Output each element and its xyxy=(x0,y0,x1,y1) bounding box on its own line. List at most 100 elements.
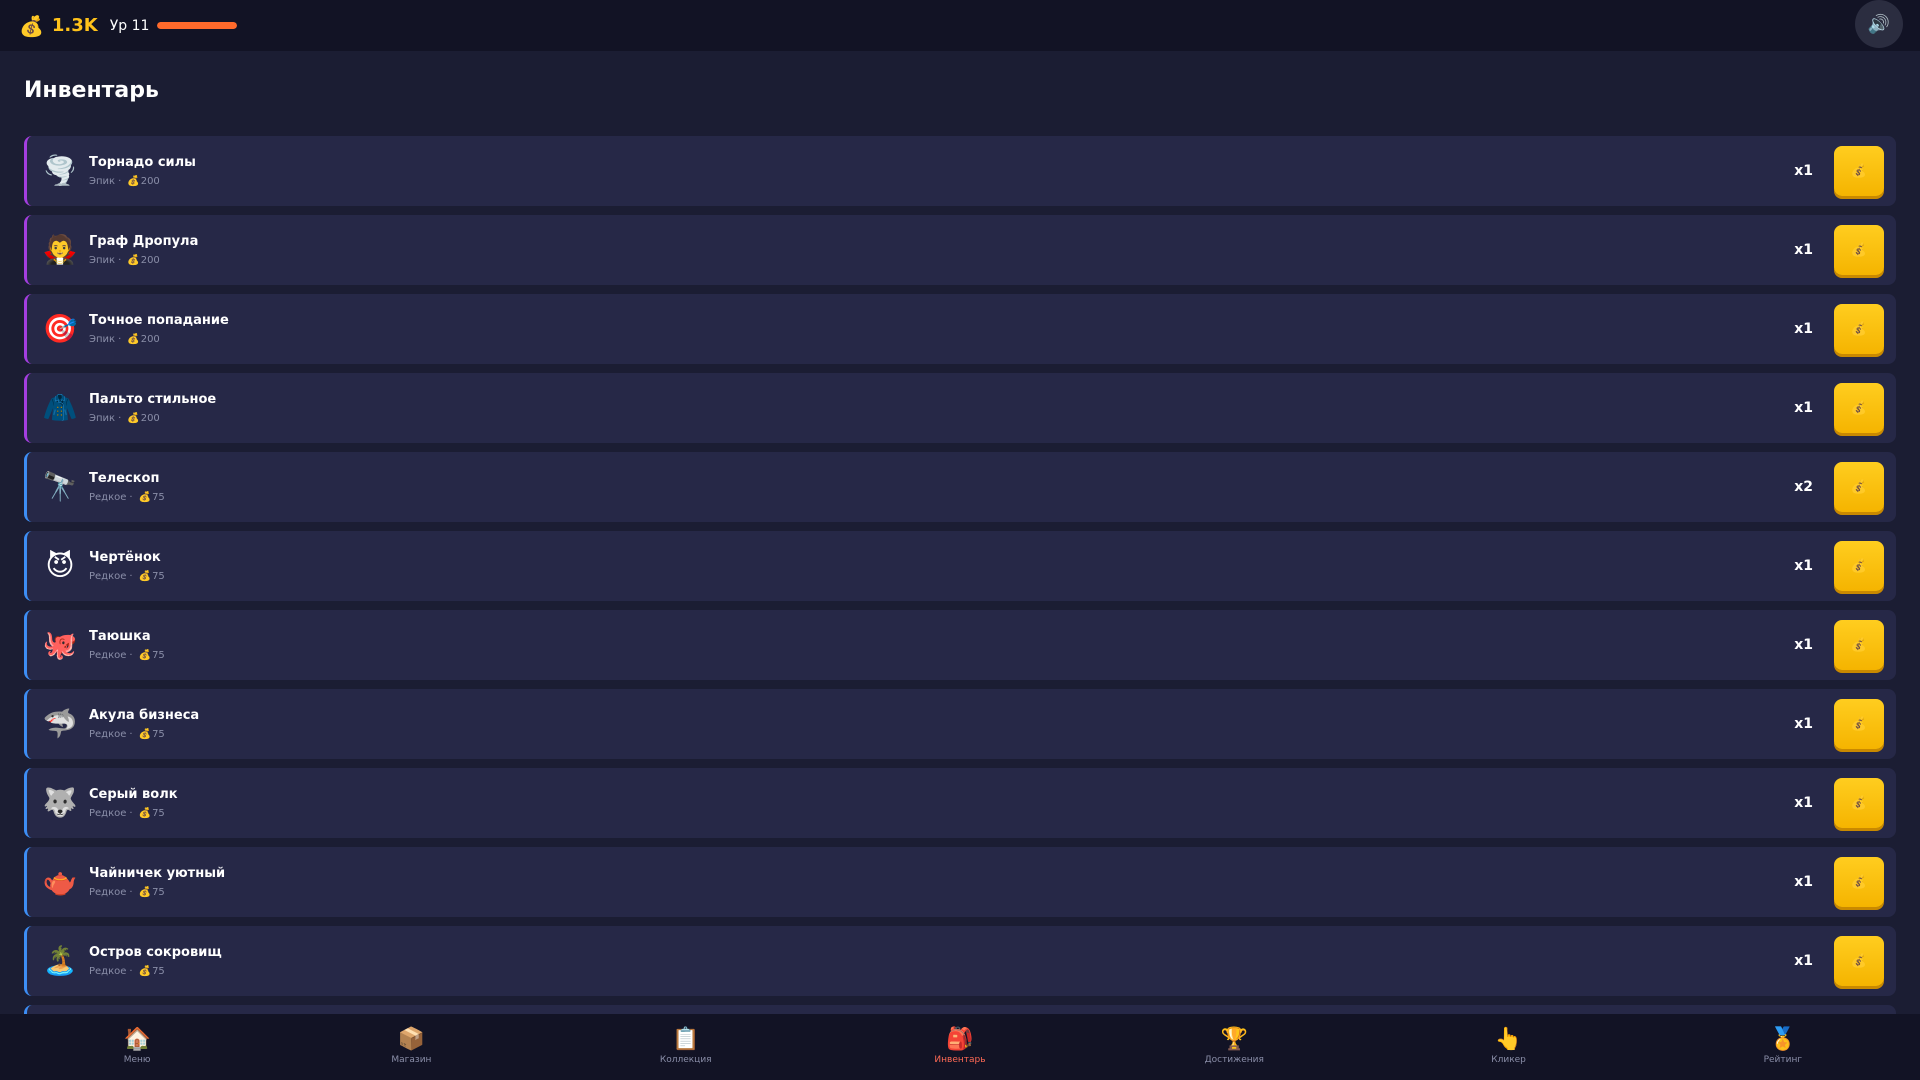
item-rarity: Эпик xyxy=(89,334,116,345)
coin-bag-icon: 💰 xyxy=(1850,637,1868,653)
inventory-item-5: 🔭 Телескоп Редкое · 💰 75 x2 💰 xyxy=(24,452,1896,522)
nav-icon: 👆 xyxy=(1494,1027,1523,1052)
price-coin-icon: 💰 xyxy=(138,729,152,740)
price-coin-icon: 💰 xyxy=(127,255,140,266)
nav-label: Достижения xyxy=(1204,1055,1264,1065)
item-quantity: x1 xyxy=(1794,637,1813,653)
sell-button[interactable]: 💰 xyxy=(1834,383,1884,433)
item-quantity: x1 xyxy=(1794,795,1813,811)
inventory-item-7: 🐙 Таюшка Редкое · 💰 75 x1 💰 xyxy=(24,610,1896,680)
item-icon: 🐺 xyxy=(42,786,78,819)
item-name: Чертёнок xyxy=(89,550,161,565)
nav-item-1[interactable]: 🏠 Меню xyxy=(0,1014,274,1080)
sell-button[interactable]: 💰 xyxy=(1834,936,1884,986)
item-quantity: x1 xyxy=(1794,874,1813,890)
sell-button[interactable]: 💰 xyxy=(1834,699,1884,749)
sound-toggle-button[interactable]: 🔊 xyxy=(1855,0,1903,48)
item-meta-separator: · xyxy=(118,334,122,345)
item-name: Чайничек уютный xyxy=(89,866,226,881)
nav-icon: 📦 xyxy=(397,1027,426,1052)
page-title: Инвентарь xyxy=(24,78,159,103)
item-price: 75 xyxy=(152,492,165,503)
nav-item-4[interactable]: 🎒 Инвентарь xyxy=(823,1014,1097,1080)
nav-item-3[interactable]: 📋 Коллекция xyxy=(549,1014,823,1080)
item-rarity: Редкое xyxy=(89,492,127,503)
item-name: Торнадо силы xyxy=(89,155,196,170)
nav-item-2[interactable]: 📦 Магазин xyxy=(274,1014,548,1080)
inventory-item-10: 🫖 Чайничек уютный Редкое · 💰 75 x1 💰 xyxy=(24,847,1896,917)
item-icon: 🌪️ xyxy=(42,154,78,187)
item-icon: 🦈 xyxy=(42,707,78,740)
item-meta: Редкое · 💰 75 xyxy=(89,650,165,661)
item-icon: 🐙 xyxy=(42,628,78,661)
item-icon: 🧛 xyxy=(42,233,78,266)
sell-button[interactable]: 💰 xyxy=(1834,146,1884,196)
item-icon: 🎯 xyxy=(42,312,78,345)
item-icon: 🧥 xyxy=(42,391,78,424)
nav-item-7[interactable]: 🏅 Рейтинг xyxy=(1646,1014,1920,1080)
nav-item-6[interactable]: 👆 Кликер xyxy=(1371,1014,1645,1080)
inventory-item-9: 🐺 Серый волк Редкое · 💰 75 x1 💰 xyxy=(24,768,1896,838)
item-meta: Редкое · 💰 75 xyxy=(89,887,225,898)
item-price: 75 xyxy=(152,729,165,740)
coin-bag-icon: 💰 xyxy=(1850,242,1868,258)
coin-bag-icon: 💰 xyxy=(1850,321,1868,337)
item-meta: Эпик · 💰 200 xyxy=(89,334,229,345)
sell-button[interactable]: 💰 xyxy=(1834,778,1884,828)
item-info: Чертёнок Редкое · 💰 75 xyxy=(89,550,165,582)
nav-label: Меню xyxy=(123,1055,151,1065)
inventory-item-2: 🧛 Граф Дропула Эпик · 💰 200 x1 💰 xyxy=(24,215,1896,285)
item-rarity: Эпик xyxy=(89,176,116,187)
nav-label: Инвентарь xyxy=(934,1055,986,1065)
item-meta: Редкое · 💰 75 xyxy=(89,571,165,582)
item-quantity: x1 xyxy=(1794,163,1813,179)
inventory-list[interactable]: 🌪️ Торнадо силы Эпик · 💰 200 x1 💰 🧛 Граф… xyxy=(24,136,1896,1014)
top-bar: 💰 1.3K Ур 11 🔊 xyxy=(0,0,1920,51)
nav-label: Рейтинг xyxy=(1763,1055,1803,1065)
price-coin-icon: 💰 xyxy=(138,650,152,661)
sell-button[interactable]: 💰 xyxy=(1834,225,1884,275)
sell-button[interactable]: 💰 xyxy=(1834,541,1884,591)
nav-label: Магазин xyxy=(391,1055,432,1065)
item-meta-separator: · xyxy=(129,808,133,819)
item-meta: Редкое · 💰 75 xyxy=(89,966,222,977)
item-quantity: x2 xyxy=(1794,479,1813,495)
item-rarity: Редкое xyxy=(89,808,127,819)
coin-bag-icon: 💰 xyxy=(19,13,44,38)
coin-bag-icon: 💰 xyxy=(1850,558,1868,574)
coin-bag-icon: 💰 xyxy=(1850,400,1868,416)
item-name: Таюшка xyxy=(89,629,151,644)
inventory-item-11: 🏝️ Остров сокровищ Редкое · 💰 75 x1 💰 xyxy=(24,926,1896,996)
item-icon: 🏝️ xyxy=(42,944,78,977)
inventory-item-4: 🧥 Пальто стильное Эпик · 💰 200 x1 💰 xyxy=(24,373,1896,443)
item-meta: Редкое · 💰 75 xyxy=(89,729,199,740)
sell-button[interactable]: 💰 xyxy=(1834,304,1884,354)
sell-button[interactable]: 💰 xyxy=(1834,857,1884,907)
sell-button[interactable]: 💰 xyxy=(1834,462,1884,512)
inventory-item-8: 🦈 Акула бизнеса Редкое · 💰 75 x1 💰 xyxy=(24,689,1896,759)
item-quantity: x1 xyxy=(1794,242,1813,258)
item-meta: Эпик · 💰 200 xyxy=(89,413,216,424)
item-price: 75 xyxy=(152,966,165,977)
item-icon: 🔭 xyxy=(42,470,78,503)
coin-bag-icon: 💰 xyxy=(1850,479,1868,495)
coin-bag-icon: 💰 xyxy=(1850,716,1868,732)
coin-balance: 1.3K xyxy=(51,15,98,36)
item-info: Серый волк Редкое · 💰 75 xyxy=(89,787,178,819)
item-info: Акула бизнеса Редкое · 💰 75 xyxy=(89,708,199,740)
item-price: 200 xyxy=(140,176,160,187)
sell-button[interactable]: 💰 xyxy=(1834,620,1884,670)
item-rarity: Редкое xyxy=(89,650,127,661)
item-info: Пальто стильное Эпик · 💰 200 xyxy=(89,392,216,424)
item-info: Телескоп Редкое · 💰 75 xyxy=(89,471,165,503)
price-coin-icon: 💰 xyxy=(138,808,152,819)
price-coin-icon: 💰 xyxy=(127,176,140,187)
speaker-icon: 🔊 xyxy=(1867,13,1891,35)
item-meta-separator: · xyxy=(129,571,133,582)
item-price: 200 xyxy=(140,413,160,424)
price-coin-icon: 💰 xyxy=(138,492,152,503)
nav-item-5[interactable]: 🏆 Достижения xyxy=(1097,1014,1371,1080)
coin-bag-icon: 💰 xyxy=(1850,795,1868,811)
inventory-item-1: 🌪️ Торнадо силы Эпик · 💰 200 x1 💰 xyxy=(24,136,1896,206)
item-info: Чайничек уютный Редкое · 💰 75 xyxy=(89,866,225,898)
